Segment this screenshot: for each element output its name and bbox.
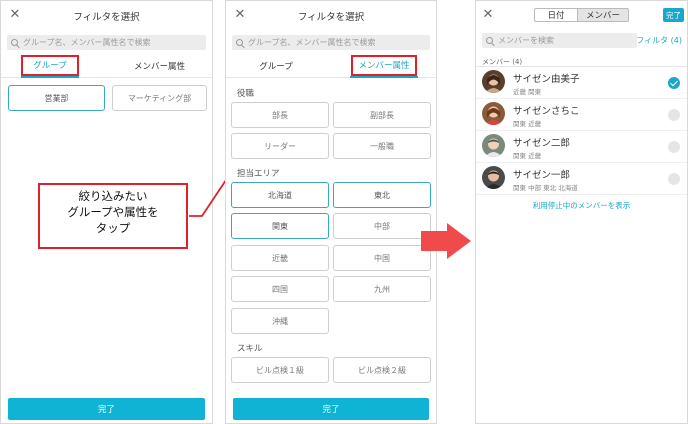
panel-title: フィルタを選択 <box>73 12 140 23</box>
callout-line: タップ <box>95 221 131 235</box>
attribute-chip[interactable]: ビル点検１級 <box>231 357 329 383</box>
attribute-chip[interactable]: 東北 <box>333 182 431 208</box>
member-search-input[interactable]: メンバーを検索 <box>482 33 637 48</box>
attribute-chip[interactable]: 一般職 <box>333 133 431 159</box>
tab-groups[interactable]: グループ <box>246 54 306 78</box>
search-placeholder: グループ名、メンバー属性名で検索 <box>23 38 151 47</box>
attribute-chip[interactable]: ビル点検２級 <box>333 357 431 383</box>
member-row[interactable]: サイゼン二郎 関東 近畿 <box>476 131 687 163</box>
attribute-chip[interactable]: 北海道 <box>231 182 329 208</box>
attribute-chip[interactable]: 関東 <box>231 213 329 239</box>
member-row[interactable]: サイゼンさちこ 関東 近畿 <box>476 99 687 131</box>
filter-link[interactable]: フィルタ (4) <box>636 35 682 46</box>
section-title-area: 担当エリア <box>237 169 280 179</box>
group-chip-sales[interactable]: 営業部 <box>8 85 105 111</box>
callout-line: グループや属性を <box>67 205 159 219</box>
avatar <box>482 134 505 157</box>
attribute-chip[interactable]: 副部長 <box>333 102 431 128</box>
done-button[interactable]: 完了 <box>233 398 429 420</box>
avatar <box>482 70 505 93</box>
member-areas: 関東 中部 東北 北海道 <box>513 184 578 192</box>
search-icon <box>236 39 243 46</box>
search-placeholder: グループ名、メンバー属性名で検索 <box>248 38 376 47</box>
member-areas: 関東 近畿 <box>513 120 542 128</box>
attribute-chip[interactable]: 中国 <box>333 245 431 271</box>
check-icon[interactable] <box>668 173 680 185</box>
instruction-callout: 絞り込みたい グループや属性を タップ <box>38 183 188 249</box>
avatar <box>482 166 505 189</box>
member-row[interactable]: サイゼン由美子 近畿 関東 <box>476 67 687 99</box>
check-icon[interactable] <box>668 109 680 121</box>
tab-member-attributes[interactable]: メンバー属性 <box>117 54 202 78</box>
close-icon[interactable]: ✕ <box>8 8 22 22</box>
group-chip-marketing[interactable]: マーケティング部 <box>112 85 207 111</box>
highlight-box <box>351 55 417 76</box>
done-button[interactable]: 完了 <box>663 8 684 22</box>
attribute-chip[interactable]: 沖縄 <box>231 308 329 334</box>
segment-member[interactable]: メンバー <box>577 8 629 22</box>
panel-title: フィルタを選択 <box>297 12 365 23</box>
close-icon[interactable]: ✕ <box>233 8 247 22</box>
search-placeholder: メンバーを検索 <box>498 36 554 45</box>
attribute-chip[interactable]: 四国 <box>231 276 329 302</box>
attribute-chip[interactable]: 九州 <box>333 276 431 302</box>
check-icon[interactable] <box>668 77 680 89</box>
member-row[interactable]: サイゼン一郎 関東 中部 東北 北海道 <box>476 163 687 195</box>
highlight-box <box>21 55 79 76</box>
attribute-chip[interactable]: 中部 <box>333 213 431 239</box>
attribute-chip[interactable]: 近畿 <box>231 245 329 271</box>
search-input[interactable]: グループ名、メンバー属性名で検索 <box>7 35 206 50</box>
arrow-right-icon <box>421 223 471 259</box>
segment-date[interactable]: 日付 <box>534 8 578 22</box>
member-name: サイゼンさちこ <box>513 106 580 117</box>
filter-panel-attributes: フィルタを選択 ✕ グループ名、メンバー属性名で検索 グループ メンバー属性 役… <box>225 0 437 424</box>
avatar <box>482 102 505 125</box>
member-areas: 近畿 関東 <box>513 88 542 96</box>
callout-line: 絞り込みたい <box>78 189 148 203</box>
search-input[interactable]: グループ名、メンバー属性名で検索 <box>232 35 430 50</box>
done-button[interactable]: 完了 <box>8 398 205 420</box>
member-list-panel: ✕ 日付 メンバー 完了 メンバーを検索 フィルタ (4) メンバー (4) サ… <box>475 0 688 424</box>
section-title-skill: スキル <box>237 344 263 354</box>
show-suspended-members-link[interactable]: 利用停止中のメンバーを表示 <box>476 200 687 211</box>
check-icon[interactable] <box>668 141 680 153</box>
search-icon <box>486 37 493 44</box>
attribute-chip[interactable]: リーダー <box>231 133 329 159</box>
close-icon[interactable]: ✕ <box>481 8 495 22</box>
member-name: サイゼン一郎 <box>513 170 571 181</box>
section-title-position: 役職 <box>237 89 255 99</box>
member-areas: 関東 近畿 <box>513 152 542 160</box>
search-icon <box>11 39 18 46</box>
attribute-chip[interactable]: 部長 <box>231 102 329 128</box>
member-name: サイゼン由美子 <box>513 74 580 85</box>
member-name: サイゼン二郎 <box>513 138 571 149</box>
